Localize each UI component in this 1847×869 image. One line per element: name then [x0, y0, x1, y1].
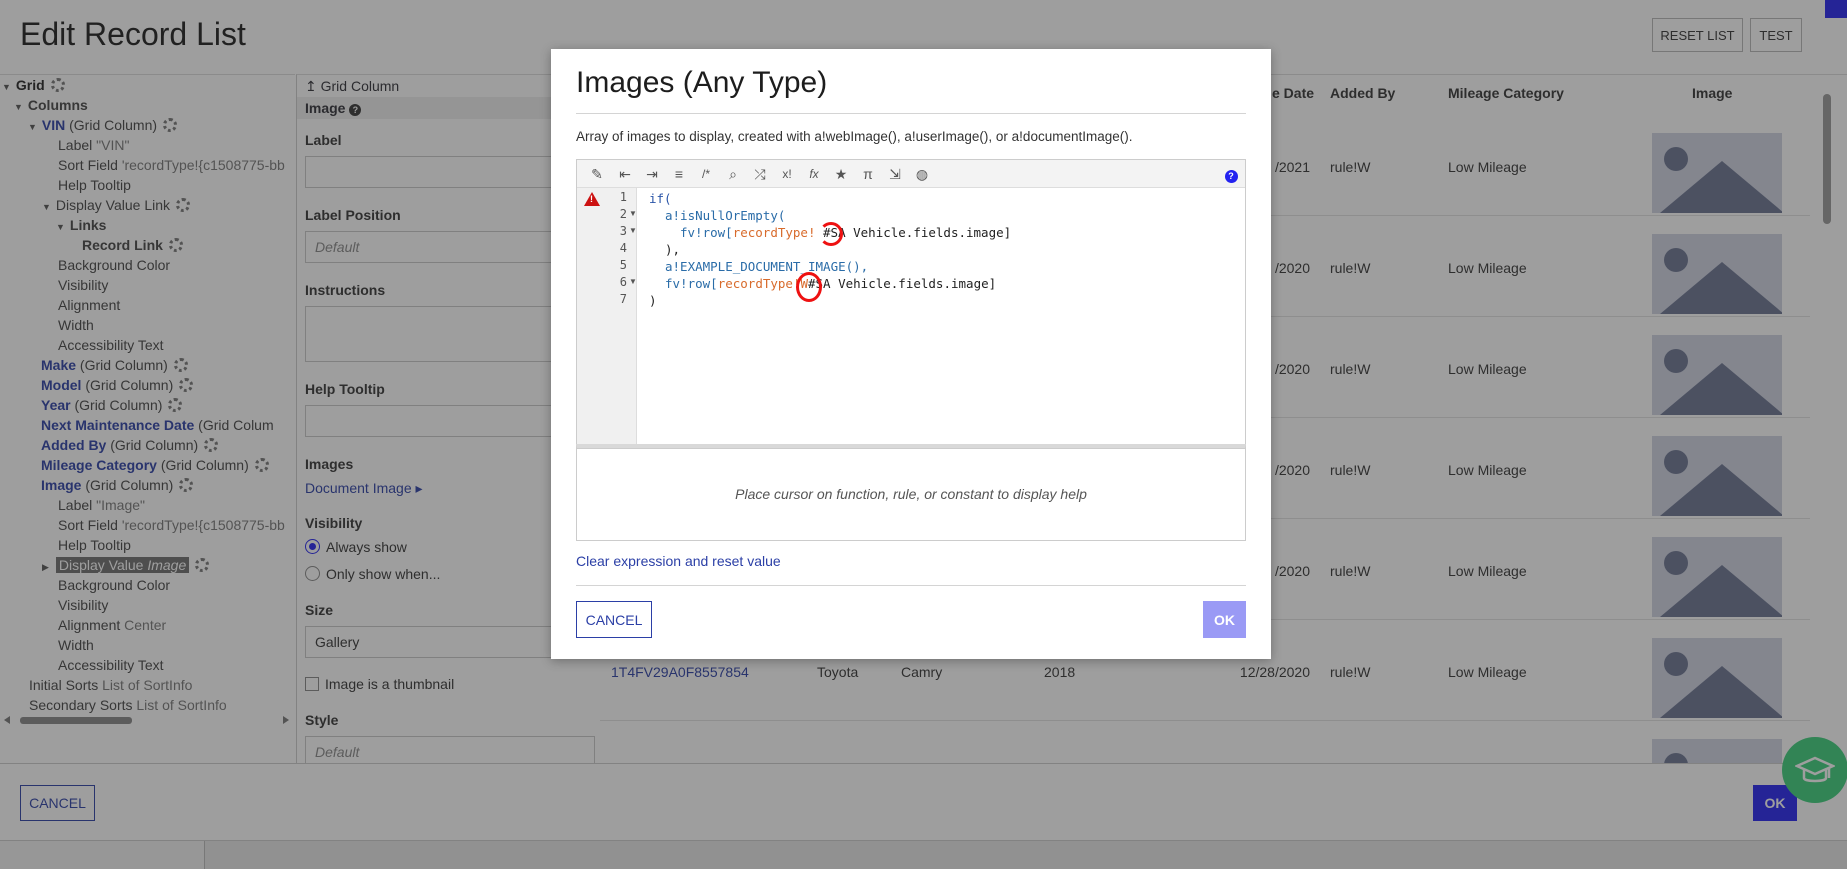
code-line: fv!row[recordType! #SA Vehicle.fields.im… [680, 224, 1011, 241]
fold-arrow-icon[interactable]: ▼ [629, 226, 637, 235]
fold-arrow-icon[interactable]: ▼ [629, 209, 637, 218]
expression-editor-dialog: Images (Any Type) Array of images to dis… [551, 49, 1271, 659]
dialog-description: Array of images to display, created with… [576, 129, 1133, 144]
line-number: 6 [619, 275, 627, 289]
line-number: 1 [619, 190, 627, 204]
dialog-ok-button[interactable]: OK [1203, 601, 1246, 638]
code-token: recordType!W [717, 276, 808, 291]
outdent-icon[interactable]: ⇤ [615, 164, 635, 184]
line-number: 5 [619, 258, 627, 272]
editor-toolbar: ✎ ⇤ ⇥ ≡ /* ⌕ ⤮ x! fx ★ π ⇲ ◍ ? [577, 160, 1245, 188]
code-line: fv!row[recordType!W#SA Vehicle.fields.im… [665, 275, 996, 292]
code-line: a!isNullOrEmpty( [665, 207, 785, 224]
function-help-panel: Place cursor on function, rule, or const… [576, 444, 1246, 541]
code-token: fv!row[ [680, 225, 733, 240]
divider [576, 585, 1246, 586]
code-token: if( [649, 191, 672, 206]
code-token: a!isNullOrEmpty( [665, 208, 786, 223]
code-line: ), [665, 241, 680, 258]
line-number: 7 [619, 292, 627, 306]
variable-icon[interactable]: x! [777, 164, 797, 184]
code-token: recordType! [732, 225, 816, 240]
shuffle-icon[interactable]: ⤮ [750, 164, 770, 184]
export-icon[interactable]: ⇲ [885, 164, 905, 184]
search-icon[interactable]: ⌕ [723, 164, 743, 184]
error-warning-icon: ! [584, 192, 600, 206]
code-line: ) [649, 292, 657, 309]
comment-icon[interactable]: /* [696, 164, 716, 184]
help-icon[interactable]: ? [1221, 164, 1241, 184]
code-token: ), [665, 242, 681, 257]
code-line: a!EXAMPLE_DOCUMENT_IMAGE(), [665, 258, 868, 275]
pi-icon[interactable]: π [858, 164, 878, 184]
line-number: 2 [619, 207, 627, 221]
code-token: ) [649, 293, 657, 308]
code-token: a!EXAMPLE_DOCUMENT_IMAGE(), [665, 259, 869, 274]
code-token: #SA Vehicle.fields.image] [808, 276, 997, 291]
globe-icon[interactable]: ◍ [912, 164, 932, 184]
indent-icon[interactable]: ⇥ [642, 164, 662, 184]
annotation-circle [819, 222, 843, 246]
line-number: 4 [619, 241, 627, 255]
annotation-circle [796, 272, 822, 302]
dialog-cancel-button[interactable]: CANCEL [576, 601, 652, 638]
divider [576, 113, 1246, 114]
code-line: if( [649, 190, 672, 207]
format-wand-icon[interactable]: ✎ [587, 164, 607, 184]
list-icon[interactable]: ≡ [669, 164, 689, 184]
function-icon[interactable]: fx [804, 164, 824, 184]
clear-expression-link[interactable]: Clear expression and reset value [576, 553, 781, 569]
line-number: 3 [619, 224, 627, 238]
fold-arrow-icon[interactable]: ▼ [629, 277, 637, 286]
dialog-title: Images (Any Type) [576, 66, 828, 99]
expression-editor[interactable]: ✎ ⇤ ⇥ ≡ /* ⌕ ⤮ x! fx ★ π ⇲ ◍ ? ! 1 2 ▼ 3… [576, 159, 1246, 449]
code-token: #SA Vehicle.fields.image] [823, 225, 1012, 240]
star-icon[interactable]: ★ [831, 164, 851, 184]
code-token: fv!row[ [665, 276, 718, 291]
help-placeholder: Place cursor on function, rule, or const… [735, 486, 1087, 502]
line-gutter: ! 1 2 ▼ 3 ▼ 4 5 6 ▼ 7 [577, 188, 637, 448]
